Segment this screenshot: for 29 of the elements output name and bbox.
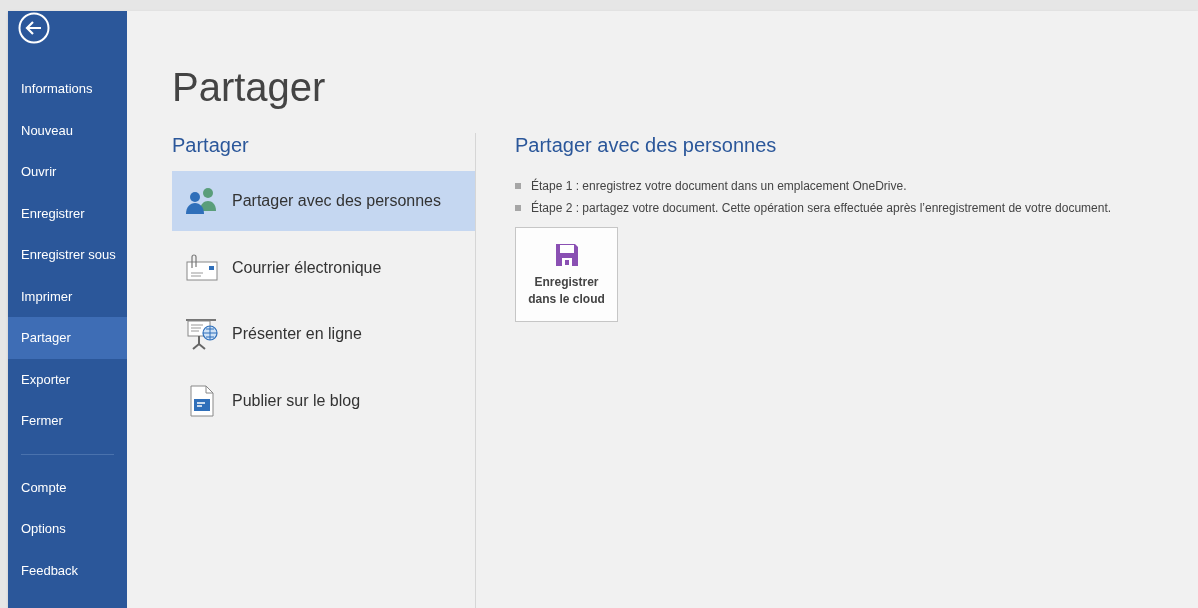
- page-title: Partager: [172, 64, 327, 111]
- share-option[interactable]: Partager avec des personnes: [172, 171, 475, 231]
- save-to-cloud-button[interactable]: Enregistrer dans le cloud: [515, 227, 618, 322]
- step-text: Étape 2 : partagez votre document. Cette opération sera effectuée après l’enregistrement de votre document.: [531, 199, 1112, 217]
- share-option[interactable]: Courrier électronique: [172, 237, 475, 298]
- sidebar-item[interactable]: Partager: [8, 317, 127, 359]
- sidebar-item[interactable]: Fermer: [8, 400, 127, 442]
- bullet-icon: [515, 205, 521, 211]
- section-title: Partager avec des personnes: [515, 133, 778, 157]
- sidebar-item[interactable]: Informations: [8, 68, 127, 110]
- sidebar-item[interactable]: Nouveau: [8, 109, 127, 151]
- sidebar-item[interactable]: Feedback: [8, 549, 127, 591]
- sidebar-item[interactable]: Enregistrer: [8, 192, 127, 234]
- envelope-paperclip-icon: [186, 253, 218, 282]
- blog-document-icon: [190, 384, 214, 417]
- people-icon: [185, 187, 219, 215]
- sidebar-item[interactable]: Ouvrir: [8, 151, 127, 193]
- bullet-icon: [515, 183, 521, 189]
- section-title: Partager: [172, 133, 250, 157]
- step-text: Étape 1 : enregistrez votre document dans un emplacement OneDrive.: [531, 177, 907, 195]
- sidebar-item[interactable]: Options: [8, 508, 127, 550]
- share-option[interactable]: Présenter en ligne: [172, 304, 475, 364]
- sidebar-item[interactable]: Compte: [8, 466, 127, 508]
- sidebar-item[interactable]: Enregistrer sous: [8, 234, 127, 276]
- share-option[interactable]: Publier sur le blog: [172, 370, 475, 431]
- presentation-globe-icon: [185, 317, 219, 351]
- back-button[interactable]: [18, 12, 50, 44]
- sidebar-item[interactable]: Exporter: [8, 358, 127, 400]
- sidebar-item[interactable]: Imprimer: [8, 275, 127, 317]
